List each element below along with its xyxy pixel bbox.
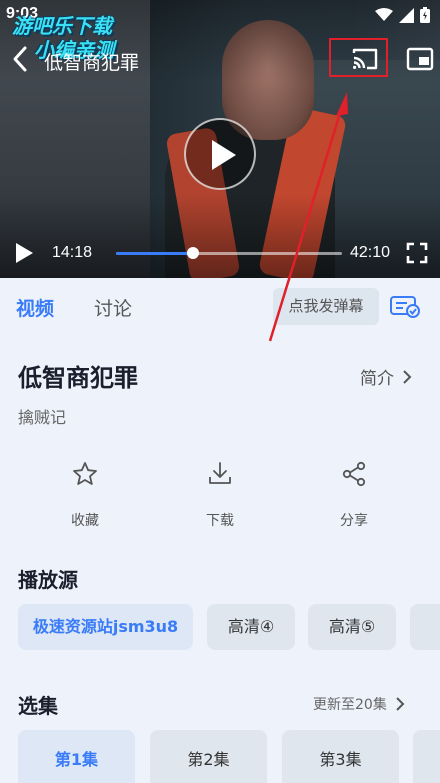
download-label: 下载: [206, 513, 234, 529]
episode-item[interactable]: 第1集: [18, 730, 135, 783]
episode-section-title: 选集: [18, 694, 58, 718]
chevron-right-icon: [396, 697, 405, 711]
play-icon: [16, 243, 33, 263]
favorite-label: 收藏: [71, 513, 99, 529]
share-icon: [342, 461, 366, 487]
tab-discussion[interactable]: 讨论: [94, 294, 132, 321]
video-player[interactable]: 9:03 游吧乐下载 小编亲测 低智商犯罪 14:18 42:10: [0, 0, 440, 278]
status-icons: [375, 7, 430, 23]
intro-link[interactable]: 简介: [360, 364, 412, 389]
intro-label: 简介: [360, 369, 394, 389]
show-title: 低智商犯罪: [18, 364, 138, 392]
watermark-line1: 游吧乐下载: [12, 14, 112, 38]
progress-bar[interactable]: [116, 247, 342, 259]
star-icon: [73, 462, 97, 485]
danmu-settings-icon: [390, 296, 420, 318]
source-chip[interactable]: 极速资源站jsm3u8: [18, 604, 193, 650]
episode-subtitle: 擒贼记: [18, 408, 67, 427]
content-tabs: 视频 讨论 点我发弹幕: [0, 278, 440, 334]
episode-item[interactable]: 第2集: [150, 730, 267, 783]
play-button[interactable]: [14, 242, 34, 268]
episode-item[interactable]: 第3集: [282, 730, 399, 783]
share-button[interactable]: 分享: [314, 460, 394, 530]
source-chip-more[interactable]: [410, 604, 440, 650]
source-chip[interactable]: 高清⑤: [308, 604, 396, 650]
tab-video[interactable]: 视频: [16, 294, 54, 321]
player-controls: 14:18 42:10: [0, 232, 440, 272]
share-label: 分享: [340, 513, 368, 529]
battery-icon: [420, 7, 430, 23]
back-button[interactable]: [8, 44, 32, 74]
download-button[interactable]: 下载: [180, 460, 260, 530]
chevron-left-icon: [13, 46, 27, 72]
danmu-settings-button[interactable]: [390, 296, 420, 322]
send-danmu-button[interactable]: 点我发弹幕: [273, 288, 379, 325]
progress-handle[interactable]: [186, 247, 199, 259]
episode-update-link[interactable]: 更新至20集: [313, 694, 405, 714]
signal-icon: [399, 7, 414, 23]
episode-item-more[interactable]: [413, 730, 440, 783]
video-title: 低智商犯罪: [44, 52, 140, 74]
source-chip[interactable]: 高清④: [207, 604, 295, 650]
current-time: 14:18: [52, 244, 93, 261]
episode-list: 第1集 第2集 第3集: [0, 730, 440, 783]
favorite-button[interactable]: 收藏: [45, 460, 125, 530]
fullscreen-button[interactable]: [406, 242, 428, 268]
annotation-highlight-box: [329, 38, 388, 77]
total-time: 42:10: [350, 244, 391, 261]
chevron-right-icon: [403, 369, 412, 384]
wifi-icon: [375, 8, 393, 21]
center-play-button[interactable]: [184, 118, 256, 190]
progress-fill: [116, 252, 193, 255]
play-icon: [212, 140, 236, 170]
pip-icon: [406, 47, 434, 71]
picture-in-picture-button[interactable]: [406, 46, 434, 72]
source-list: 极速资源站jsm3u8 高清④ 高清⑤: [0, 604, 440, 650]
source-section-title: 播放源: [18, 568, 78, 592]
episode-update-text: 更新至20集: [313, 697, 387, 713]
download-icon: [209, 462, 231, 484]
action-row: 收藏 下载 分享: [0, 460, 440, 540]
fullscreen-icon: [406, 242, 428, 264]
